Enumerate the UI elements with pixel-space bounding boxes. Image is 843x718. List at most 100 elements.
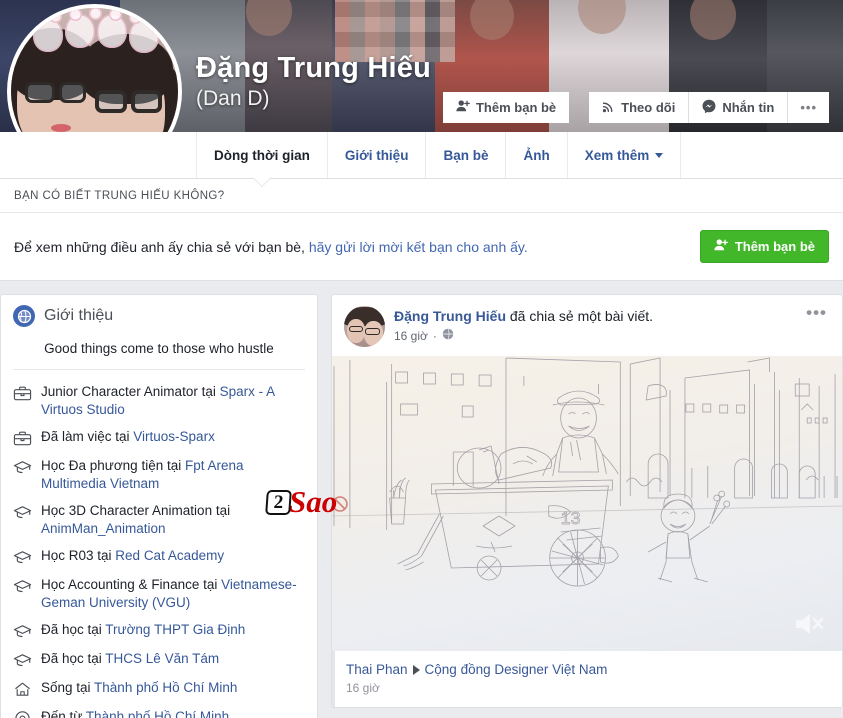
- intro-item-list: Junior Character Animator tại Sparx - A …: [1, 370, 317, 718]
- list-item-prefix: Đã học tại: [41, 651, 106, 666]
- post-action-text: đã chia sẻ một bài viết.: [506, 308, 654, 324]
- follow-button[interactable]: Theo dõi: [589, 92, 689, 123]
- list-item-prefix: Đã học tại: [41, 622, 106, 637]
- tab-friends[interactable]: Bạn bè: [426, 132, 507, 178]
- speaker-muted-icon[interactable]: [792, 609, 826, 639]
- profile-tabs: Dòng thời gian Giới thiệu Bạn bè Ảnh Xem…: [0, 132, 843, 179]
- add-friend-button-label: Thêm bạn bè: [475, 100, 557, 115]
- tab-about-label: Giới thiệu: [344, 147, 409, 163]
- profile-alias: (Dan D): [196, 87, 270, 110]
- rss-follow-icon: [602, 100, 615, 116]
- follow-button-label: Theo dõi: [621, 100, 676, 115]
- timestamp-separator: ·: [432, 328, 437, 343]
- watermark-badge: 2: [265, 489, 292, 515]
- tab-photos[interactable]: Ảnh: [506, 132, 568, 178]
- post-author-avatar[interactable]: [344, 306, 385, 347]
- intro-bio: Good things come to those who hustle: [44, 341, 274, 356]
- tab-more[interactable]: Xem thêm: [568, 132, 682, 178]
- list-item-link[interactable]: Virtuos-Sparx: [133, 429, 215, 444]
- education-icon: [13, 622, 32, 641]
- svg-text:13: 13: [561, 508, 581, 528]
- list-item-prefix: Học Accounting & Finance tại: [41, 577, 222, 592]
- watermark-2sao: 2 Sao: [265, 484, 338, 519]
- education-icon: [13, 651, 32, 670]
- facebook-profile-page: Đặng Trung Hiếu (Dan D) Thêm bạn bè Theo…: [0, 0, 843, 718]
- messenger-icon: [702, 99, 716, 116]
- work-icon: [13, 429, 32, 448]
- list-item-link[interactable]: Trường THPT Gia Định: [105, 622, 245, 637]
- add-friend-icon: [456, 99, 470, 116]
- intro-card-header: Giới thiệu: [1, 295, 317, 335]
- right-column: Đặng Trung Hiếu đã chia sẻ một bài viết.…: [331, 294, 843, 718]
- globe-privacy-icon[interactable]: [442, 328, 454, 343]
- add-friend-button[interactable]: Thêm bạn bè: [442, 92, 570, 123]
- message-button[interactable]: Nhắn tin: [688, 92, 788, 123]
- education-icon: [13, 458, 32, 477]
- list-item-prefix: Học Đa phương tiện tại: [41, 458, 185, 473]
- avatar[interactable]: [7, 4, 182, 132]
- banner-add-friend-button[interactable]: Thêm bạn bè: [699, 230, 829, 263]
- list-item-link[interactable]: Red Cat Academy: [115, 548, 224, 563]
- know-person-banner: BẠN CÓ BIẾT TRUNG HIẾU KHÔNG? Để xem nhữ…: [0, 179, 843, 281]
- list-item[interactable]: Học R03 tại Red Cat Academy: [1, 543, 317, 572]
- globe-icon: [13, 305, 35, 327]
- list-item-prefix: Học 3D Character Animation tại: [41, 503, 231, 518]
- page-title: Đặng Trung Hiếu: [196, 52, 431, 84]
- post-more-options-button[interactable]: •••: [803, 304, 830, 321]
- list-item-prefix: Sống tại: [41, 680, 95, 695]
- work-icon: [13, 384, 32, 403]
- list-item[interactable]: Sống tại Thành phố Hồ Chí Minh: [1, 675, 317, 704]
- list-item-link[interactable]: Thành phố Hồ Chí Minh: [86, 709, 229, 718]
- list-item-prefix: Học R03 tại: [41, 548, 116, 563]
- post-header: Đặng Trung Hiếu đã chia sẻ một bài viết.…: [332, 295, 842, 356]
- list-item[interactable]: Đến từ Thành phố Hồ Chí Minh: [1, 704, 317, 718]
- post-timestamp[interactable]: 16 giờ: [394, 329, 428, 343]
- more-options-icon: •••: [800, 100, 817, 115]
- flower-crown-filter: [27, 8, 167, 54]
- shared-group-link[interactable]: Cộng đồng Designer Việt Nam: [425, 662, 608, 677]
- location-icon: [13, 709, 32, 718]
- watermark-word: Sao: [289, 484, 338, 519]
- education-icon: [13, 577, 32, 596]
- list-item[interactable]: Đã làm việc tại Virtuos-Sparx: [1, 424, 317, 453]
- cover-action-buttons: Thêm bạn bè Theo dõi Nhắn tin •••: [442, 92, 829, 123]
- banner-text-plain: Để xem những điều anh ấy chia sẻ với bạn…: [14, 238, 309, 255]
- play-triangle-icon: [412, 665, 420, 675]
- list-item-link[interactable]: THCS Lê Văn Tám: [105, 651, 219, 666]
- whiteboard-animation-frame: 13: [332, 357, 842, 587]
- list-item[interactable]: Junior Character Animator tại Sparx - A …: [1, 379, 317, 424]
- banner-title: BẠN CÓ BIẾT TRUNG HIẾU KHÔNG?: [0, 179, 843, 213]
- shared-timestamp[interactable]: 16 giờ: [346, 681, 830, 695]
- profile-content: Giới thiệu Good things come to those who…: [0, 281, 843, 718]
- list-item-link[interactable]: AnimMan_Animation: [41, 521, 166, 536]
- more-options-button[interactable]: •••: [787, 92, 829, 123]
- education-icon: [13, 548, 32, 567]
- post-video[interactable]: 13: [332, 356, 842, 651]
- home-icon: [13, 680, 32, 699]
- list-item-link[interactable]: Thành phố Hồ Chí Minh: [94, 680, 237, 695]
- tab-about[interactable]: Giới thiệu: [328, 132, 427, 178]
- education-icon: [13, 503, 32, 522]
- tab-photos-label: Ảnh: [523, 147, 550, 163]
- tab-timeline[interactable]: Dòng thời gian: [196, 132, 328, 178]
- banner-text: Để xem những điều anh ấy chia sẻ với bạn…: [14, 239, 528, 255]
- list-item[interactable]: Đã học tại Trường THPT Gia Định: [1, 617, 317, 646]
- post-meta: Đặng Trung Hiếu đã chia sẻ một bài viết.…: [394, 306, 803, 343]
- profile-name-block: Đặng Trung Hiếu (Dan D): [196, 52, 431, 111]
- list-item[interactable]: Học Accounting & Finance tại Vietnamese-…: [1, 572, 317, 617]
- send-friend-request-link[interactable]: hãy gửi lời mời kết bạn cho anh ấy.: [309, 239, 528, 255]
- post-author-link[interactable]: Đặng Trung Hiếu: [394, 308, 506, 324]
- add-friend-icon: [714, 238, 728, 255]
- list-item-prefix: Đến từ: [41, 709, 86, 718]
- tab-more-label: Xem thêm: [584, 147, 650, 163]
- cover-photo[interactable]: Đặng Trung Hiếu (Dan D) Thêm bạn bè Theo…: [0, 0, 843, 132]
- tab-friends-label: Bạn bè: [443, 147, 489, 163]
- list-item-prefix: Đã làm việc tại: [41, 429, 134, 444]
- chevron-down-icon: [655, 152, 664, 158]
- shared-author-link[interactable]: Thai Phan: [346, 662, 408, 677]
- intro-card-title: Giới thiệu: [44, 307, 114, 324]
- list-item[interactable]: Đã học tại THCS Lê Văn Tám: [1, 646, 317, 675]
- tab-timeline-label: Dòng thời gian: [214, 147, 310, 163]
- banner-add-friend-label: Thêm bạn bè: [734, 239, 815, 254]
- post-card: Đặng Trung Hiếu đã chia sẻ một bài viết.…: [331, 294, 843, 708]
